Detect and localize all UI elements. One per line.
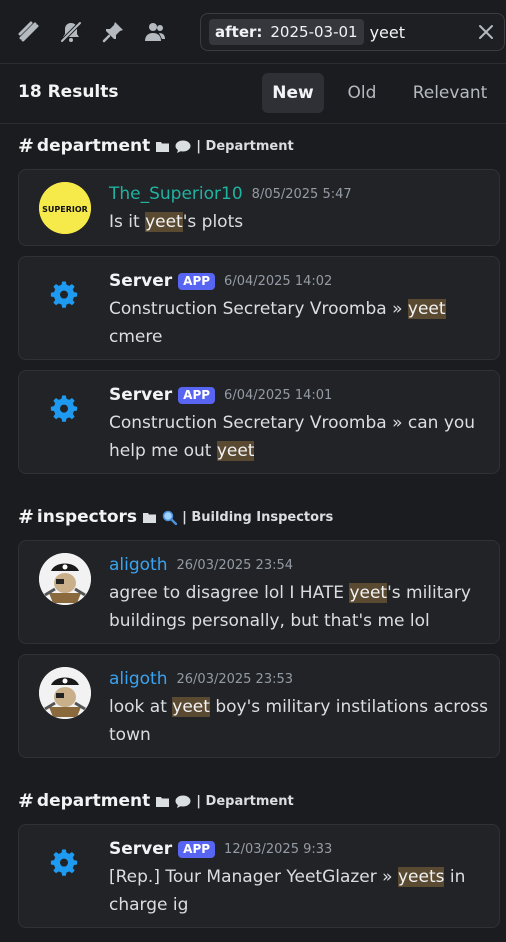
channel-name: department (36, 791, 151, 811)
message-body: Is it yeet's plots (109, 212, 244, 232)
search-box[interactable]: after: 2025-03-01 yeet (200, 13, 505, 51)
channel-header[interactable]: # inspectors | Building Inspectors (18, 505, 333, 529)
author-name[interactable]: Server (109, 271, 172, 291)
clear-search-icon[interactable] (476, 22, 496, 42)
search-highlight: yeet (172, 697, 210, 717)
timestamp: 26/03/2025 23:53 (176, 671, 294, 687)
author-name[interactable]: The_Superior10 (109, 184, 243, 204)
app-badge: APP (178, 272, 216, 290)
message-body: [Rep.] Tour Manager YeetGlazer » yeets i… (109, 867, 466, 915)
timestamp: 26/03/2025 23:54 (176, 557, 294, 573)
date-filter-chip[interactable]: after: 2025-03-01 (209, 19, 364, 45)
results-count: 18 Results (18, 82, 119, 102)
channel-header[interactable]: # department | Department (18, 134, 294, 158)
search-highlight: yeet (407, 299, 446, 319)
author-name[interactable]: aligoth (109, 669, 168, 689)
search-result-message[interactable]: Server APP 6/04/2025 14:01 Construction … (18, 370, 500, 474)
search-result-message[interactable]: Server APP 6/04/2025 14:02 Construction … (18, 256, 500, 360)
channel-name: department (36, 136, 151, 156)
sort-relevant-tab[interactable]: Relevant (402, 73, 498, 113)
magnifier-icon (162, 510, 178, 525)
search-highlight: yeet (216, 441, 255, 461)
toolbar: after: 2025-03-01 yeet (0, 0, 506, 64)
filter-value: 2025-03-01 (270, 23, 358, 41)
channel-topic: | Department (196, 793, 294, 809)
sort-old-tab[interactable]: Old (334, 73, 390, 113)
author-name[interactable]: Server (109, 385, 172, 405)
timestamp: 8/05/2025 5:47 (251, 186, 352, 202)
pirate-avatar-icon[interactable] (39, 667, 91, 719)
author-name[interactable]: aligoth (109, 555, 168, 575)
superior-logo-icon: SUPERIOR (39, 182, 91, 234)
filter-key: after: (215, 23, 263, 41)
thread-hash-icon: # (18, 135, 34, 157)
message-body: Construction Secretary Vroomba » yeet cm… (109, 299, 446, 347)
search-highlight: yeet (349, 583, 388, 603)
search-result-message[interactable]: aligoth 26/03/2025 23:53 look at yeet bo… (18, 654, 500, 758)
mute-icon[interactable] (59, 20, 83, 44)
search-result-message[interactable]: Server APP 12/03/2025 9:33 [Rep.] Tour M… (18, 824, 500, 928)
timestamp: 12/03/2025 9:33 (224, 841, 333, 857)
message-body: Construction Secretary Vroomba » can you… (109, 413, 476, 461)
results-header: 18 Results New Old Relevant (0, 64, 506, 124)
timestamp: 6/04/2025 14:01 (224, 387, 333, 403)
channel-topic: | Department (196, 138, 294, 154)
app-badge: APP (178, 840, 216, 858)
folder-icon (143, 512, 157, 523)
threads-icon[interactable] (17, 20, 41, 44)
timestamp: 6/04/2025 14:02 (224, 273, 333, 289)
search-query[interactable]: yeet (370, 23, 405, 42)
search-result-message[interactable]: SUPERIOR The_Superior10 8/05/2025 5:47 I… (18, 169, 500, 246)
channel-topic: | Building Inspectors (182, 509, 334, 525)
pirate-avatar-icon[interactable] (39, 553, 91, 605)
channel-header[interactable]: # department | Department (18, 789, 294, 813)
gear-icon[interactable] (49, 393, 79, 423)
search-result-message[interactable]: aligoth 26/03/2025 23:54 agree to disagr… (18, 540, 500, 644)
sort-new-tab[interactable]: New (262, 73, 324, 113)
search-highlight: yeet (145, 212, 183, 232)
pin-icon[interactable] (101, 20, 125, 44)
thread-hash-icon: # (18, 790, 34, 812)
gear-icon[interactable] (49, 279, 79, 309)
channel-name: inspectors (36, 507, 138, 527)
author-name[interactable]: Server (109, 839, 172, 859)
message-body: look at yeet boy's military instilations… (109, 697, 488, 745)
speech-bubble-icon (175, 140, 191, 153)
folder-icon (156, 796, 170, 807)
speech-bubble-icon (175, 795, 191, 808)
gear-icon[interactable] (49, 847, 79, 877)
thread-hash-icon: # (18, 506, 34, 528)
members-icon[interactable] (143, 20, 167, 44)
search-highlight: yeets (397, 867, 445, 887)
folder-icon (156, 141, 170, 152)
app-badge: APP (178, 386, 216, 404)
avatar[interactable]: SUPERIOR (39, 182, 91, 234)
svg-text:SUPERIOR: SUPERIOR (42, 205, 88, 214)
message-body: agree to disagree lol I HATE yeet's mili… (109, 583, 471, 631)
